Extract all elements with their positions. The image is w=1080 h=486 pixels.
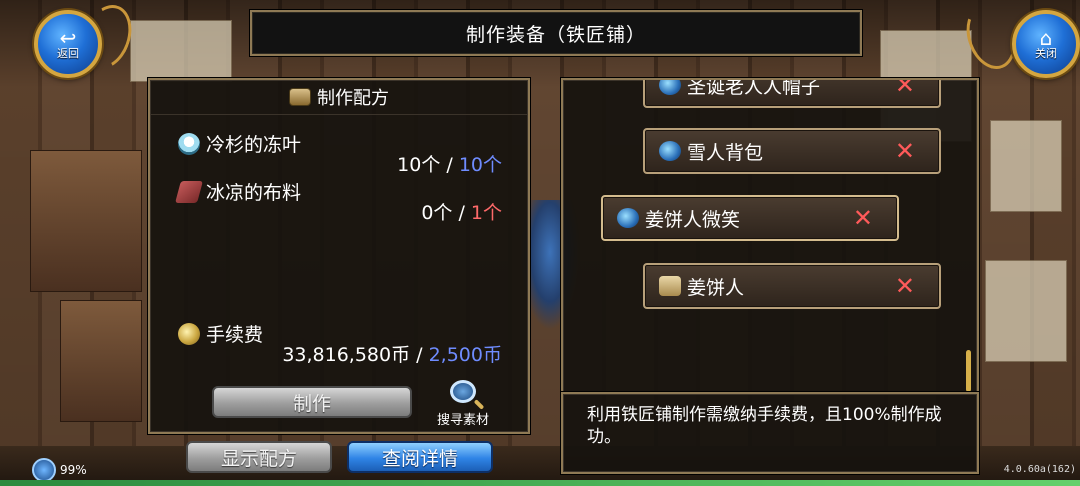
unavailable-x-icon: ✕ — [894, 272, 915, 300]
search-materials-label: 搜寻素材 — [436, 413, 489, 428]
version-label: 4.0.60a(162) — [1003, 464, 1076, 475]
material-name: 冰凉的布料 — [206, 182, 302, 204]
scroll-icon — [659, 276, 681, 296]
recipe-name: 姜饼人 — [687, 276, 745, 299]
recipe-list-panel: 圣诞老人人帽子 ✕ 雪人背包 ✕ 姜饼人微笑 ✕ 姜饼人 ✕ — [561, 78, 979, 394]
unavailable-x-icon: ✕ — [894, 137, 915, 165]
scrollbar-thumb[interactable] — [966, 350, 971, 392]
fee-count: 33,816,580币 / 2,500币 — [282, 340, 502, 367]
smile-icon — [617, 208, 639, 228]
magnifier-icon — [450, 380, 476, 403]
search-materials-button[interactable]: 搜寻素材 — [428, 380, 498, 428]
fee-row: 手续费 — [178, 320, 263, 347]
close-label: 关闭 — [1035, 47, 1057, 60]
material-row: 冰凉的布料 — [175, 178, 302, 205]
frozen-leaf-icon — [178, 132, 200, 155]
back-arrow-icon: ↩ — [59, 26, 77, 50]
close-button[interactable]: ⌂ 关闭 — [1012, 10, 1080, 78]
recipe-header: 制作配方 — [150, 80, 528, 115]
material-have: 10个 — [397, 154, 441, 176]
back-label: 返回 — [57, 47, 79, 60]
back-button[interactable]: ↩ 返回 — [34, 10, 102, 78]
recipe-list-item-selected[interactable]: 姜饼人微笑 ✕ — [601, 195, 899, 241]
home-icon: ⌂ — [1039, 26, 1053, 50]
fee-need: 2,500币 — [428, 344, 502, 366]
material-have: 0个 — [421, 202, 453, 224]
recipe-list-item[interactable]: 雪人背包 ✕ — [643, 128, 941, 174]
bookshelf — [30, 150, 142, 292]
recipe-header-label: 制作配方 — [317, 88, 389, 109]
wall-poster — [130, 20, 232, 82]
description-text: 利用铁匠铺制作需缴纳手续费，且100%制作成功。 — [587, 405, 942, 447]
material-need: 10个 — [458, 154, 502, 176]
backpack-icon — [659, 141, 681, 161]
description-panel: 利用铁匠铺制作需缴纳手续费，且100%制作成功。 — [561, 392, 979, 474]
make-button[interactable]: 制作 — [212, 386, 412, 418]
recipe-name: 圣诞老人人帽子 — [687, 78, 821, 98]
wall-poster — [985, 260, 1067, 362]
material-name: 冷杉的冻叶 — [206, 134, 302, 156]
material-count: 10个 / 10个 — [397, 150, 502, 177]
page-title: 制作装备（铁匠铺） — [465, 23, 646, 46]
battery-icon — [32, 458, 56, 482]
view-details-label: 查阅详情 — [381, 447, 458, 470]
fee-label: 手续费 — [206, 324, 264, 346]
view-details-button[interactable]: 查阅详情 — [347, 441, 493, 473]
recipe-name: 雪人背包 — [687, 141, 764, 164]
make-button-label: 制作 — [292, 392, 331, 415]
cloth-icon — [175, 180, 203, 203]
window-title-bar: 制作装备（铁匠铺） — [250, 10, 862, 56]
unavailable-x-icon: ✕ — [852, 204, 873, 232]
count-separator: / — [410, 344, 429, 366]
material-row: 冷杉的冻叶 — [178, 130, 301, 157]
battery-percent: 99% — [60, 463, 87, 477]
hat-icon — [659, 80, 681, 95]
count-separator: / — [452, 202, 471, 224]
recipe-list-item[interactable]: 姜饼人 ✕ — [643, 263, 941, 309]
material-count: 0个 / 1个 — [421, 198, 502, 225]
coin-icon — [178, 322, 200, 345]
fee-have: 33,816,580币 — [282, 344, 411, 366]
count-separator: / — [440, 154, 459, 176]
recipe-list-item[interactable]: 圣诞老人人帽子 ✕ — [643, 78, 941, 108]
material-need: 1个 — [470, 202, 502, 224]
show-recipe-label: 显示配方 — [220, 447, 297, 470]
bookshelf — [60, 300, 142, 422]
recipe-name: 姜饼人微笑 — [645, 208, 741, 231]
wall-poster — [990, 120, 1062, 212]
show-recipe-button[interactable]: 显示配方 — [186, 441, 332, 473]
battery-indicator: 99% — [32, 458, 87, 482]
hp-bar — [0, 480, 1080, 486]
recipe-book-icon — [289, 88, 311, 106]
unavailable-x-icon: ✕ — [894, 78, 915, 99]
